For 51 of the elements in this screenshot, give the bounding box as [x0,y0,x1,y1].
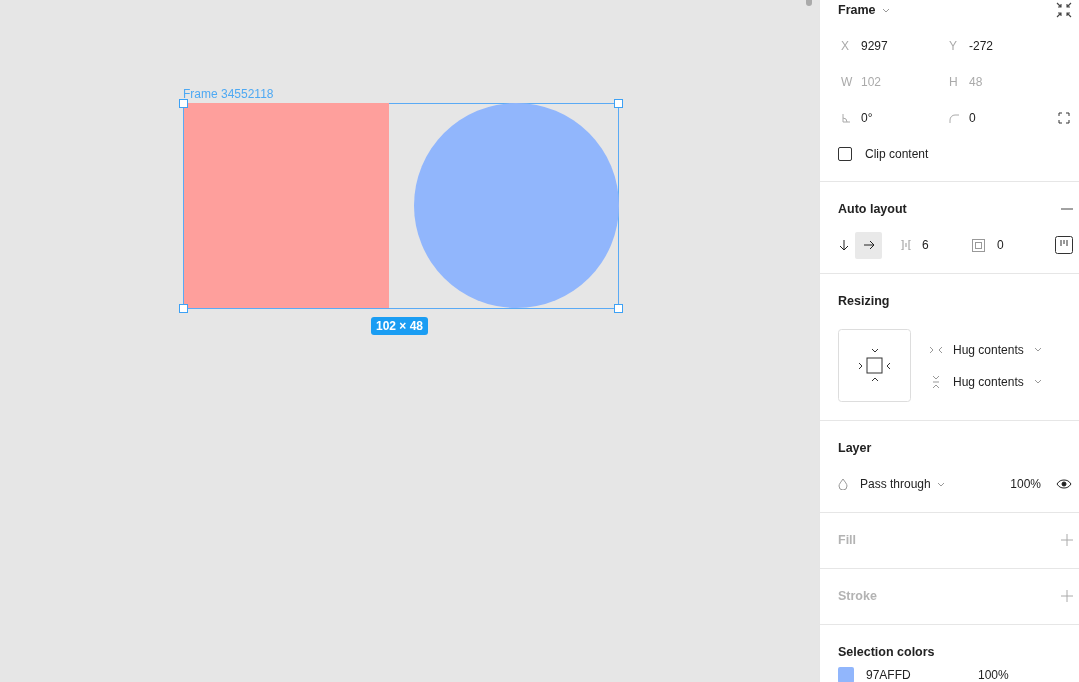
resize-handle[interactable] [179,99,188,108]
resize-handle[interactable] [614,99,623,108]
gap-value[interactable]: 6 [922,238,934,252]
horizontal-hug-icon [929,344,943,355]
eye-icon[interactable] [1056,479,1072,489]
size-badge: 102 × 48 [371,317,429,335]
arrow-right-icon [862,240,875,250]
chevron-down-icon[interactable] [1033,379,1042,384]
chevron-down-icon[interactable] [1033,347,1042,352]
field-value[interactable]: 9297 [861,39,888,53]
chevron-down-icon[interactable] [881,7,890,13]
resize-handle[interactable] [614,304,623,313]
color-hex[interactable]: 97AFFD [866,668,966,682]
angle-icon [841,113,851,123]
resize-handle[interactable] [179,304,188,313]
plus-icon[interactable] [1061,534,1073,546]
clip-content-checkbox[interactable] [838,147,852,161]
resizing-dropdown[interactable]: Hug contents [953,342,1024,357]
arrow-down-icon [838,239,849,251]
corner-radius-icon [949,113,959,123]
field-label: W [841,75,851,89]
field-label: Y [949,39,958,53]
field-value[interactable]: 0° [861,111,873,125]
section-title[interactable]: Frame [838,3,876,17]
field-value[interactable]: -272 [969,39,994,53]
padding-icon [972,238,985,252]
arrow-right-button[interactable] [855,231,882,259]
section-title[interactable]: Selection colors [838,645,935,659]
blend-mode-dropdown[interactable]: Pass through [860,477,931,491]
section-title[interactable]: Resizing [838,294,890,308]
plus-icon[interactable] [1061,590,1073,602]
expand-corners-icon[interactable] [1058,112,1070,124]
opacity-value[interactable]: 100% [1010,477,1041,491]
resizing-dropdown[interactable]: Hug contents [953,374,1024,389]
field-value[interactable]: 0 [969,111,976,125]
chevron-down-icon[interactable] [936,481,945,487]
color-opacity[interactable]: 100% [978,668,1009,682]
padding-value[interactable]: 0 [997,238,1009,252]
section-title[interactable]: Layer [838,441,872,455]
circle-shape[interactable] [414,103,619,308]
spacing-icon [900,240,912,250]
section-title[interactable]: Auto layout [838,202,907,216]
scrollbar-thumb[interactable] [806,0,812,6]
alignment-icon[interactable] [1055,236,1073,254]
collapse-icon[interactable] [1055,1,1073,19]
field-label: X [841,39,850,53]
field-label: H [949,75,959,89]
resizing-diagram[interactable] [838,329,911,402]
color-swatch[interactable] [838,667,854,682]
checkbox-label: Clip content [865,147,929,161]
drop-icon [838,478,848,490]
